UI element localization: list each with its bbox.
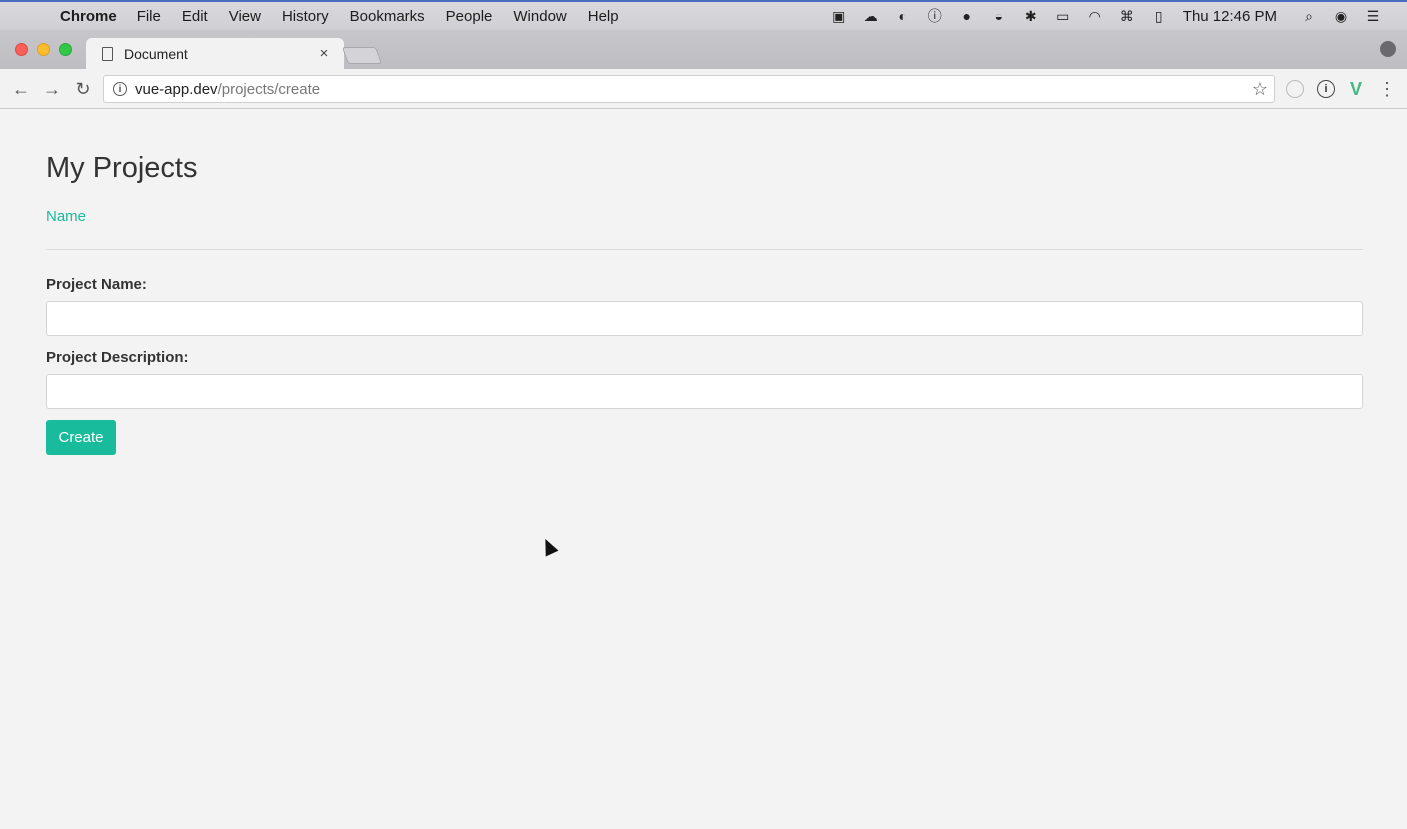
menu-window[interactable]: Window xyxy=(513,8,566,25)
menu-bookmarks[interactable]: Bookmarks xyxy=(350,8,425,25)
create-button[interactable]: Create xyxy=(46,420,116,455)
airplay-icon[interactable]: ▭ xyxy=(1053,7,1073,25)
macos-menu-bar: Chrome File Edit View History Bookmarks … xyxy=(0,0,1407,30)
browser-toolbar: ← → ↻ i vue-app.dev/projects/create ☆ i … xyxy=(0,69,1407,109)
project-name-label: Project Name: xyxy=(46,276,147,293)
sync-icon[interactable]: ● xyxy=(957,7,977,25)
cloud-icon[interactable]: ☁ xyxy=(861,7,881,25)
divider xyxy=(46,249,1363,250)
menubar-clock[interactable]: Thu 12:46 PM xyxy=(1183,8,1277,25)
window-close-button[interactable] xyxy=(15,43,28,56)
menu-view[interactable]: View xyxy=(229,8,261,25)
back-arrow-icon[interactable]: ← xyxy=(9,77,33,101)
site-info-icon[interactable]: i xyxy=(113,82,127,96)
menu-edit[interactable]: Edit xyxy=(182,8,208,25)
hat-icon[interactable]: ◒ xyxy=(989,7,1009,25)
url-path: /projects/create xyxy=(217,80,321,98)
battery-icon[interactable]: ▯ xyxy=(1149,7,1169,25)
page-content: My Projects Name Project Name: Project D… xyxy=(2,110,1405,829)
extension-icon[interactable] xyxy=(1286,80,1304,98)
reload-icon[interactable]: ↻ xyxy=(71,77,95,101)
profile-icon[interactable] xyxy=(1380,41,1396,57)
project-name-link[interactable]: Name xyxy=(46,208,86,225)
url-host: vue-app.dev xyxy=(135,80,218,98)
tab-title: Document xyxy=(124,45,188,62)
project-description-label: Project Description: xyxy=(46,349,189,366)
project-description-input[interactable] xyxy=(46,374,1363,409)
menu-file[interactable]: File xyxy=(137,8,161,25)
vue-devtools-icon[interactable]: V xyxy=(1347,79,1365,99)
document-icon xyxy=(102,46,113,61)
page-title: My Projects xyxy=(46,152,198,184)
tab-strip: Document × xyxy=(0,30,1407,69)
keyboard-icon[interactable]: ⌘ xyxy=(1117,7,1137,25)
screen-record-icon[interactable]: ▣ xyxy=(829,7,849,25)
tab-document[interactable]: Document × xyxy=(86,38,344,69)
project-name-input[interactable] xyxy=(46,301,1363,336)
bookmark-star-icon[interactable]: ☆ xyxy=(1252,79,1268,100)
forward-arrow-icon[interactable]: → xyxy=(40,77,64,101)
kebab-menu-icon[interactable]: ⋮ xyxy=(1378,79,1396,99)
siri-icon[interactable]: ◉ xyxy=(1331,7,1351,25)
bluetooth-icon[interactable]: ✱ xyxy=(1021,7,1041,25)
moon-icon[interactable]: ◐ xyxy=(893,7,913,25)
window-zoom-button[interactable] xyxy=(59,43,72,56)
window-minimize-button[interactable] xyxy=(37,43,50,56)
menu-app-chrome[interactable]: Chrome xyxy=(60,8,117,25)
menu-history[interactable]: History xyxy=(282,8,329,25)
password-extension-icon[interactable]: i xyxy=(1317,80,1335,98)
password-manager-icon[interactable]: ⓘ xyxy=(925,7,945,25)
menu-people[interactable]: People xyxy=(446,8,493,25)
spotlight-search-icon[interactable]: ⌕ xyxy=(1299,7,1319,25)
new-tab-button[interactable] xyxy=(341,47,383,64)
address-bar[interactable]: i vue-app.dev/projects/create ☆ xyxy=(103,75,1275,103)
notification-center-icon[interactable]: ☰ xyxy=(1363,7,1383,25)
wifi-icon[interactable]: ◠ xyxy=(1085,7,1105,25)
tab-close-icon[interactable]: × xyxy=(314,45,334,62)
status-area: ▣ ☁ ◐ ⓘ ● ◒ ✱ ▭ ◠ ⌘ ▯ Thu 12:46 PM ⌕ ◉ ☰ xyxy=(817,7,1383,25)
menu-help[interactable]: Help xyxy=(588,8,619,25)
